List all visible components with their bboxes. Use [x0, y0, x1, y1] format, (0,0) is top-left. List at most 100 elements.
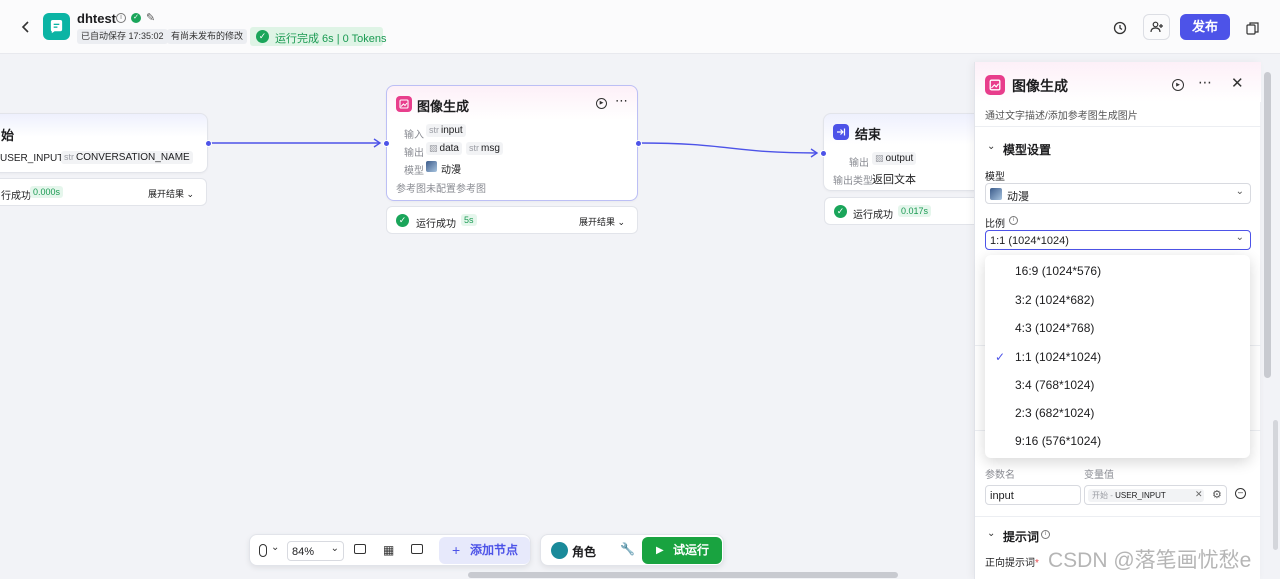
info-icon[interactable]: i	[116, 13, 126, 23]
vertical-scrollbar[interactable]	[1264, 72, 1271, 378]
image-gen-node[interactable]: 图像生成 ▶ ⋯ 输入 str input 输出 ▨ data str msg 模型 …	[386, 85, 638, 201]
start-node-status: 行成功 0.000s 展开结果 ⌄	[0, 178, 207, 206]
end-type-label: 输出类型	[833, 176, 873, 187]
vertical-scrollbar-2[interactable]	[1273, 420, 1278, 550]
add-node-button[interactable]: + 添加节点	[439, 537, 530, 564]
run-node-icon[interactable]: ▶	[596, 98, 607, 109]
canvas-toolbar: ⌄ 84% ⌄ ▦ + 添加节点	[249, 534, 531, 566]
back-icon[interactable]	[17, 18, 35, 36]
image-gen-input-handle[interactable]	[383, 140, 390, 147]
ratio-option[interactable]: 2:3 (682*1024)	[985, 399, 1250, 427]
param-value-header: 变量值	[1084, 470, 1114, 481]
chevron-down-icon[interactable]: ⌄	[271, 542, 279, 553]
input-var-tag: str input	[426, 124, 466, 137]
prompt-section-title[interactable]: 提示词	[1003, 528, 1039, 545]
prompt-section-chevron-icon[interactable]: ⌄	[987, 528, 995, 539]
test-run-button[interactable]: ▶ 试运行	[642, 537, 722, 564]
end-node[interactable]: 结束 输出 ▨ output 输出类型 返回文本	[823, 113, 983, 191]
run-status-text: 运行完成 6s | 0 Tokens	[275, 33, 387, 45]
ratio-option[interactable]: 16:9 (1024*576)	[985, 257, 1250, 285]
ratio-option[interactable]: 9:16 (576*1024)	[985, 427, 1250, 455]
publish-button[interactable]: 发布	[1180, 14, 1230, 40]
image-gen-node-title: 图像生成	[417, 99, 470, 114]
watermark: CSDN @落笔画忧愁e	[1048, 549, 1252, 572]
role-label[interactable]: 角色	[572, 543, 596, 560]
reference-label: 参考图	[396, 184, 426, 195]
panel-description: 通过文字描述/添加参考图生成图片	[985, 111, 1138, 122]
settings-gear-icon[interactable]: ⚙	[1212, 488, 1222, 501]
ratio-dropdown-menu: 16:9 (1024*576) 3:2 (1024*682) 4:3 (1024…	[985, 255, 1250, 458]
param-value-select[interactable]: 开始 - USER_INPUT ✕ ⚙	[1084, 485, 1227, 505]
end-success-icon: ✓	[834, 205, 847, 218]
ratio-option[interactable]: 4:3 (1024*768)	[985, 314, 1250, 342]
zoom-value: 84%	[292, 546, 315, 558]
start-status-text: 行成功	[1, 191, 31, 202]
header-bar: dhtest i ✓ ✎ 已自动保存 17:35:02 有尚未发布的修改 ✓ 运…	[0, 0, 1280, 54]
clear-icon[interactable]: ✕	[1195, 489, 1203, 500]
end-node-input-handle[interactable]	[820, 150, 827, 157]
image-gen-output-handle[interactable]	[635, 140, 642, 147]
image-expand-results[interactable]: 展开结果 ⌄	[579, 215, 625, 228]
panel-node-icon	[985, 75, 1005, 95]
unpublished-badge: 有尚未发布的修改	[167, 29, 248, 44]
chevron-down-icon: ⌄	[1235, 186, 1244, 197]
output-label: 输出	[404, 148, 424, 159]
minimap-icon[interactable]	[411, 544, 423, 554]
run-toolbar: 角色 🔧 ▶ 试运行	[540, 534, 724, 566]
app-title: dhtest	[77, 11, 116, 26]
wrench-icon[interactable]: 🔧	[620, 542, 635, 556]
divider	[975, 516, 1261, 517]
comment-icon[interactable]	[354, 544, 366, 554]
plus-icon: +	[452, 542, 461, 558]
collaborators-button[interactable]	[1143, 14, 1170, 40]
start-node-title: 始	[1, 128, 15, 143]
model-section-title[interactable]: 模型设置	[1003, 141, 1051, 158]
ratio-field-label: 比例	[985, 219, 1005, 230]
positive-prompt-label: 正向提示词*	[985, 558, 1039, 569]
image-gen-node-icon	[396, 96, 412, 112]
end-node-icon	[833, 124, 849, 140]
model-select[interactable]: 动漫 ⌄	[985, 183, 1251, 204]
ratio-select[interactable]: 1:1 (1024*1024) ⌄	[985, 230, 1251, 250]
end-output-tag: ▨ output	[872, 152, 917, 165]
edit-icon[interactable]: ✎	[146, 11, 155, 24]
model-select-value: 动漫	[1007, 191, 1029, 203]
autosave-badge: 已自动保存 17:35:02	[77, 29, 168, 44]
image-gen-node-status: ✓ 运行成功 5s 展开结果 ⌄	[386, 206, 638, 234]
horizontal-scrollbar[interactable]	[468, 572, 898, 578]
history-icon[interactable]	[1110, 18, 1130, 38]
ratio-option-selected[interactable]: ✓ 1:1 (1024*1024)	[985, 343, 1250, 371]
more-options-icon[interactable]: ⋯	[615, 93, 628, 109]
play-icon: ▶	[656, 545, 664, 556]
ratio-option[interactable]: 3:2 (1024*682)	[985, 286, 1250, 314]
panel-close-icon[interactable]: ✕	[1231, 74, 1244, 92]
layout-grid-icon[interactable]: ▦	[383, 543, 394, 557]
model-section-chevron-icon[interactable]: ⌄	[987, 141, 995, 152]
copy-icon[interactable]	[1242, 18, 1262, 38]
role-avatar-icon	[551, 542, 568, 559]
chevron-down-icon: ⌄	[330, 543, 339, 554]
remove-param-icon[interactable]: –	[1235, 488, 1246, 499]
image-status-text: 运行成功	[416, 219, 456, 230]
start-node-output-handle[interactable]	[205, 140, 212, 147]
end-type-value: 返回文本	[872, 174, 916, 186]
zoom-select[interactable]: 84% ⌄	[287, 541, 344, 561]
param-name-input[interactable]: input	[985, 485, 1081, 505]
model-value: 动漫	[441, 165, 461, 176]
ratio-select-value: 1:1 (1024*1024)	[990, 235, 1069, 247]
panel-more-icon[interactable]: ⋯	[1198, 74, 1212, 91]
prompt-info-icon[interactable]: i	[1041, 530, 1050, 539]
start-expand-results[interactable]: 展开结果 ⌄	[148, 187, 194, 200]
ratio-info-icon[interactable]: i	[1009, 216, 1018, 225]
end-node-title: 结束	[855, 127, 882, 142]
run-status-badge: ✓ 运行完成 6s | 0 Tokens	[250, 27, 387, 46]
output-data-tag: ▨ data	[426, 142, 462, 155]
start-node[interactable]: 始 USER_INPUT str CONVERSATION_NAME	[0, 113, 208, 173]
end-node-status: ✓ 运行成功 0.017s	[824, 197, 984, 225]
param-ref-tag: 开始 - USER_INPUT	[1088, 489, 1204, 502]
image-status-time: 5s	[461, 214, 477, 226]
ratio-option[interactable]: 3:4 (768*1024)	[985, 371, 1250, 399]
mouse-mode-icon[interactable]	[259, 544, 267, 557]
panel-run-icon[interactable]: ▶	[1172, 79, 1184, 91]
model-field-label: 模型	[985, 172, 1005, 183]
